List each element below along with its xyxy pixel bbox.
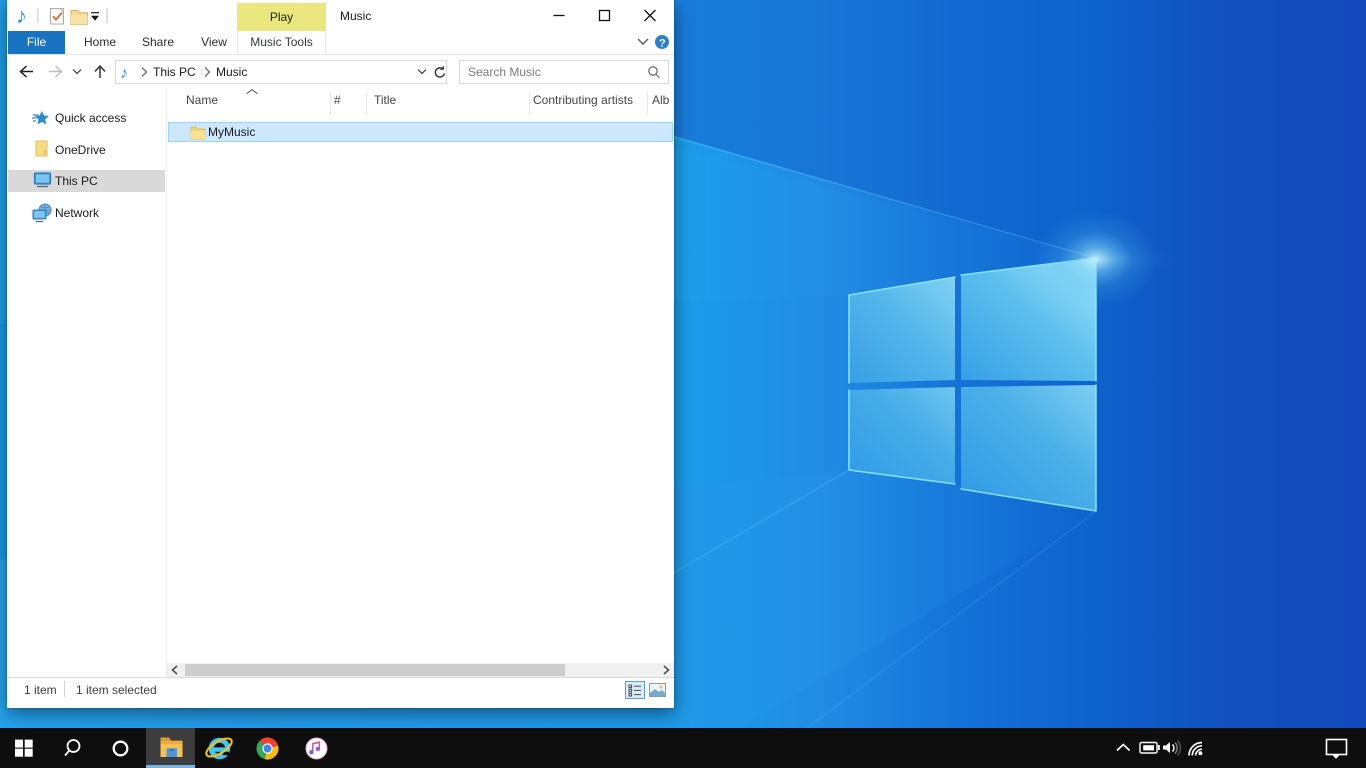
svg-text:?: ? [659,38,666,50]
svg-text:♪: ♪ [16,3,27,28]
svg-text:♪: ♪ [120,65,128,82]
